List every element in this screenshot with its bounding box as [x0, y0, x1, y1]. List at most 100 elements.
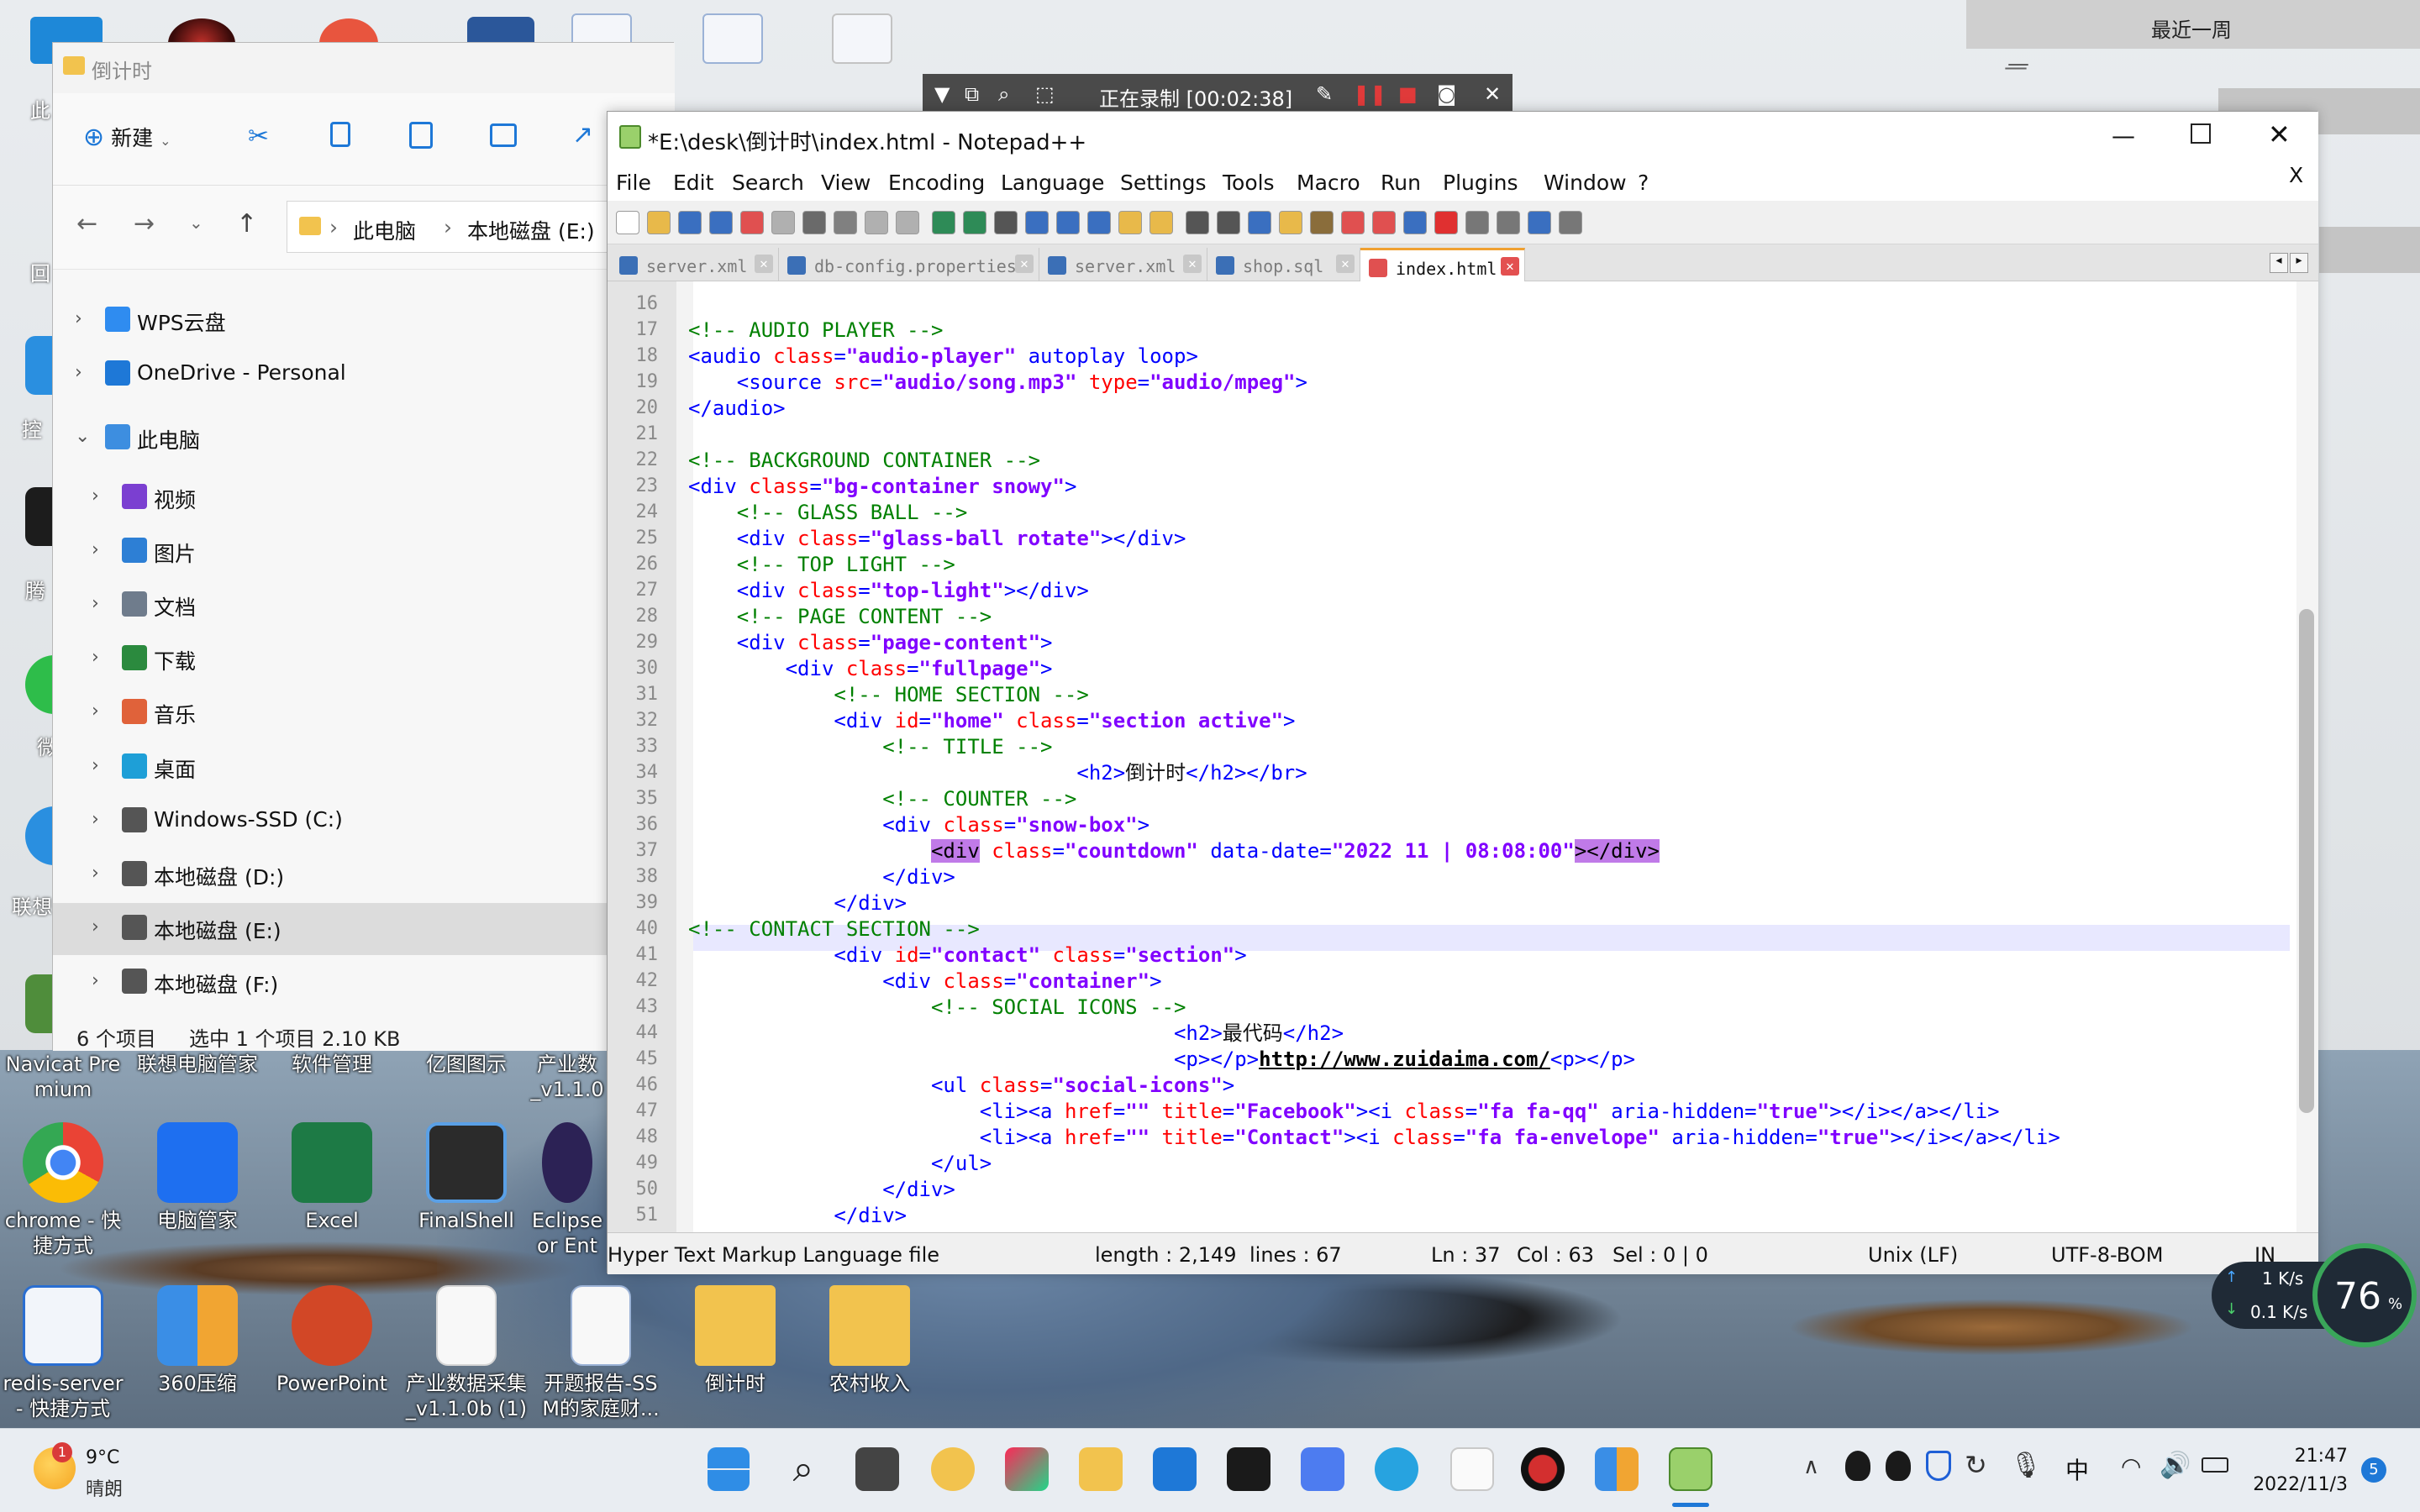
task-view-icon[interactable]	[855, 1447, 899, 1491]
chevron-right-icon[interactable]: ›	[75, 308, 82, 329]
close-document-x[interactable]: X	[2289, 163, 2303, 187]
window-icon[interactable]: ⧉	[965, 82, 979, 106]
code-line[interactable]: <div class="fullpage">	[688, 656, 1053, 682]
menu-item[interactable]: Language	[1001, 171, 1104, 195]
app-icon[interactable]	[931, 1447, 975, 1491]
intellij-icon[interactable]	[1005, 1447, 1049, 1491]
menu-item[interactable]: ?	[1638, 171, 1649, 195]
desktop-icon-pc-manager[interactable]: 电脑管家	[134, 1122, 260, 1233]
toolbar-button-icon[interactable]	[1528, 211, 1551, 234]
forward-arrow-icon[interactable]: →	[134, 209, 155, 239]
file-tab[interactable]: server.xml ✕	[611, 248, 779, 281]
share-icon[interactable]: ↗	[572, 120, 593, 150]
code-line[interactable]: <div class="snow-box">	[688, 812, 1150, 838]
desktop-icon-navicat[interactable]: Navicat Pre mium	[0, 1052, 126, 1102]
tree-item[interactable]: ⌄ 此电脑	[53, 412, 675, 465]
menu-item[interactable]: Window	[1544, 171, 1627, 195]
chevron-right-icon[interactable]: ›	[92, 539, 99, 560]
chevron-right-icon[interactable]: ›	[92, 916, 99, 937]
qq-icon[interactable]	[1886, 1451, 1911, 1481]
toolbar-button-icon[interactable]	[1372, 211, 1396, 234]
code-line[interactable]: <!-- BACKGROUND CONTAINER -->	[688, 448, 1040, 474]
chevron-right-icon[interactable]: ›	[92, 809, 99, 830]
notification-badge[interactable]: 5	[2361, 1457, 2386, 1483]
tree-item[interactable]: › OneDrive - Personal	[53, 349, 675, 401]
desktop-icon-redis[interactable]: redis-server - 快捷方式	[0, 1285, 126, 1421]
tree-item[interactable]: › WPS云盘	[53, 295, 675, 347]
menu-item[interactable]: Tools	[1223, 171, 1275, 195]
microphone-icon[interactable]: 🎙	[2010, 1451, 2042, 1480]
toolbar-button-icon[interactable]	[896, 211, 919, 234]
desktop-icon-report-doc[interactable]: 开题报告-SS M的家庭财...	[538, 1285, 664, 1421]
menu-item[interactable]: Encoding	[888, 171, 985, 195]
code-line[interactable]: <div class="container">	[688, 969, 1161, 995]
recent-week-panel[interactable]: 最近一周	[1966, 0, 2420, 49]
tab-close-icon[interactable]: ✕	[1015, 255, 1034, 273]
code-line[interactable]: </div>	[688, 1203, 907, 1229]
desktop-icon-eclipse[interactable]: Eclipse or Ent	[521, 1122, 613, 1258]
desktop-folder-rural-income[interactable]: 农村收入	[807, 1285, 933, 1396]
toolbar-button-icon[interactable]	[802, 211, 826, 234]
document-icon[interactable]	[1450, 1447, 1494, 1491]
start-button[interactable]	[708, 1447, 750, 1491]
tree-item[interactable]: › 桌面	[53, 742, 675, 794]
toolbar-button-icon[interactable]	[1434, 211, 1458, 234]
toolbar-button-icon[interactable]	[678, 211, 702, 234]
file-explorer-icon[interactable]	[1079, 1447, 1123, 1491]
tab-close-icon[interactable]: ✕	[1336, 255, 1355, 273]
sync-icon[interactable]: ↻	[1965, 1449, 1987, 1481]
toolbar-button-icon[interactable]	[771, 211, 795, 234]
scrollbar-thumb[interactable]	[2299, 609, 2314, 1113]
stop-icon[interactable]: ■	[1398, 82, 1418, 106]
code-line[interactable]: <li><a href="" title="Facebook"><i class…	[688, 1099, 2000, 1125]
toolbar-button-icon[interactable]	[1087, 211, 1111, 234]
toolbar-button-icon[interactable]	[1118, 211, 1142, 234]
file-tab[interactable]: shop.sql ✕	[1207, 248, 1360, 281]
desktop-icon-excel[interactable]: Excel	[269, 1122, 395, 1233]
menu-item[interactable]: Search	[732, 171, 804, 195]
code-line[interactable]: </audio>	[688, 396, 786, 422]
recorder-icon[interactable]	[1521, 1447, 1565, 1491]
code-line[interactable]: <!-- PAGE CONTENT -->	[688, 604, 992, 630]
screen-recording-bar[interactable]: ▼ ⧉ ⌕ ⬚ 正在录制 [00:02:38] ✎ ❚❚ ■ ◙ ✕	[923, 74, 1512, 114]
qq-icon[interactable]	[1845, 1451, 1870, 1481]
clock-time[interactable]: 21:47	[2277, 1446, 2348, 1467]
rename-icon[interactable]	[490, 123, 517, 147]
toolbar-button-icon[interactable]	[1025, 211, 1049, 234]
maximize-button[interactable]	[2191, 123, 2211, 144]
chevron-right-icon[interactable]: ›	[92, 486, 99, 507]
explorer-titlebar[interactable]: 倒计时 —	[53, 43, 2029, 93]
weather-temp[interactable]: 9°C	[86, 1447, 119, 1468]
code-line[interactable]: <div class="top-light"></div>	[688, 578, 1089, 604]
toolbar-button-icon[interactable]	[932, 211, 955, 234]
app-icon[interactable]	[1153, 1447, 1197, 1491]
vertical-scrollbar[interactable]	[2296, 281, 2318, 1232]
desktop-icon-edraw[interactable]: 亿图图示	[403, 1052, 529, 1077]
menu-item[interactable]: Settings	[1120, 171, 1207, 195]
up-arrow-icon[interactable]: ↑	[236, 209, 257, 239]
code-line[interactable]: </div>	[688, 1177, 955, 1203]
chevron-right-icon[interactable]: ›	[92, 701, 99, 722]
notepad-file-icon[interactable]	[832, 13, 892, 64]
tree-item[interactable]: › 图片	[53, 526, 675, 578]
toolbar-button-icon[interactable]	[1310, 211, 1334, 234]
minimize-button[interactable]: —	[2112, 122, 2135, 150]
new-button[interactable]: ⊕ 新建 ⌄	[83, 122, 171, 152]
desktop-icon-lenovo-manager[interactable]: 联想电脑管家	[134, 1052, 260, 1077]
desktop-icon-360zip[interactable]: 360压缩	[134, 1285, 260, 1396]
tab-close-icon[interactable]: ✕	[1183, 255, 1202, 273]
toolbar-button-icon[interactable]	[1217, 211, 1240, 234]
tree-item[interactable]: › Windows-SSD (C:)	[53, 795, 675, 848]
code-line[interactable]: <!-- TITLE -->	[688, 734, 1052, 760]
code-line[interactable]: <h2>最代码</h2>	[688, 1021, 1344, 1047]
code-line[interactable]: <!-- TOP LIGHT -->	[688, 552, 955, 578]
toolbar-button-icon[interactable]	[1279, 211, 1302, 234]
file-tab[interactable]: server.xml ✕	[1039, 248, 1207, 281]
toolbar-button-icon[interactable]	[1403, 211, 1427, 234]
desktop-icon-software-manager[interactable]: 软件管理	[269, 1052, 395, 1077]
code-editor[interactable]: 16 17 <!-- AUDIO PLAYER --> 18 <audio class=…	[608, 281, 2318, 1232]
tree-item[interactable]: › 本地磁盘 (E:)	[53, 903, 675, 956]
tab-close-icon[interactable]: ✕	[755, 255, 773, 273]
weather-desc[interactable]: 晴朗	[86, 1474, 123, 1501]
file-tab[interactable]: db-config.properties ✕	[779, 248, 1039, 281]
